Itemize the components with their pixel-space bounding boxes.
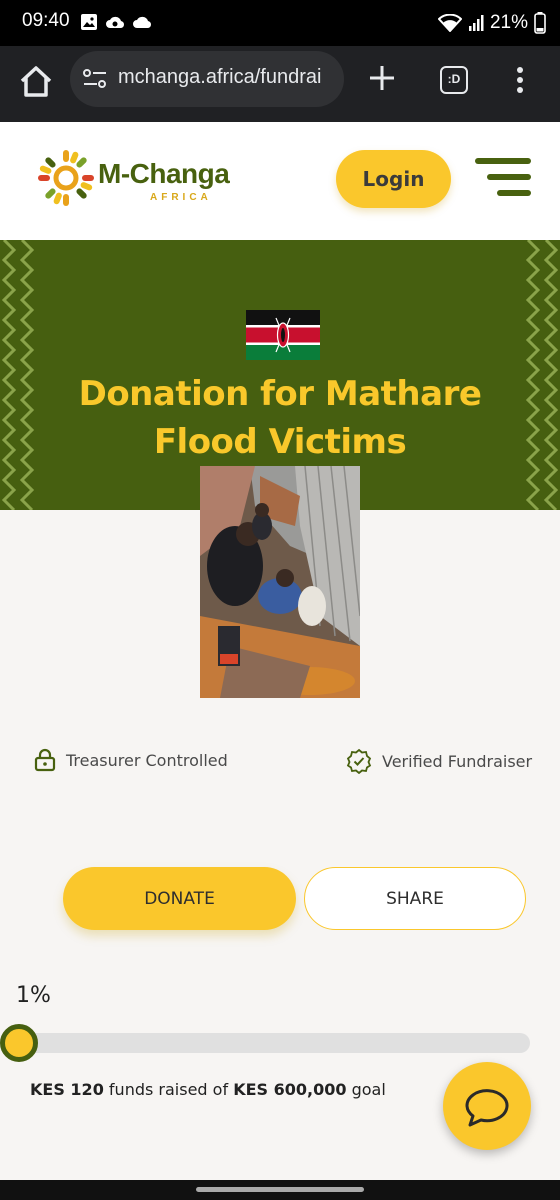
login-button[interactable]: Login (336, 150, 451, 208)
cloud-sync-icon (106, 16, 125, 29)
logo-sun-icon (38, 150, 94, 206)
treasurer-controlled-label: Treasurer Controlled (66, 750, 228, 770)
page: 09:40 21% mchanga.africa/fundrai :D M-Ch… (0, 0, 560, 1200)
system-icons: 21% (437, 12, 546, 34)
verified-fundraiser-feature: Verified Fundraiser (346, 748, 532, 774)
mchanga-logo[interactable]: M-Changa AFRICA (36, 148, 236, 208)
progress-percent: 1% (16, 983, 51, 1008)
notification-icons (80, 13, 152, 31)
share-button[interactable]: SHARE (304, 867, 526, 930)
raised-text: funds raised of (108, 1080, 229, 1099)
site-settings-icon[interactable] (82, 67, 108, 91)
battery-percent: 21% (489, 12, 528, 33)
donate-button[interactable]: DONATE (63, 867, 296, 930)
wifi-icon (437, 14, 462, 32)
site-header: M-Changa AFRICA Login (0, 122, 560, 240)
status-time: 09:40 (22, 10, 70, 31)
cloud-icon (133, 16, 152, 29)
treasurer-controlled-feature: Treasurer Controlled (34, 748, 228, 772)
logo-subtitle: AFRICA (150, 192, 212, 203)
goal-amount: KES 600,000 (233, 1080, 347, 1099)
funds-raised-summary: KES 120 funds raised of KES 600,000 goal (30, 1080, 386, 1099)
new-tab-icon[interactable] (366, 62, 398, 94)
kenya-flag-icon (246, 310, 320, 360)
signal-icon (468, 15, 484, 31)
hamburger-menu-icon[interactable] (474, 156, 532, 198)
address-bar[interactable]: mchanga.africa/fundrai (70, 51, 344, 107)
battery-icon (534, 12, 546, 34)
tab-switcher-button[interactable]: :D (440, 66, 468, 94)
more-menu-icon[interactable] (514, 66, 526, 94)
verified-badge-icon (346, 748, 372, 774)
lock-icon (34, 748, 56, 772)
gesture-handle[interactable] (196, 1187, 364, 1192)
image-icon (81, 14, 97, 30)
chat-bubble-icon (465, 1089, 509, 1127)
verified-fundraiser-label: Verified Fundraiser (382, 751, 533, 771)
home-icon[interactable] (16, 62, 56, 102)
system-nav-bar (0, 1180, 560, 1200)
chat-button[interactable] (443, 1062, 531, 1150)
progress-track (16, 1033, 530, 1053)
logo-name: M-Changa (98, 158, 230, 189)
fundraiser-photo[interactable] (200, 466, 360, 698)
progress-knob (0, 1024, 38, 1062)
zigzag-pattern-right (525, 240, 559, 510)
zigzag-pattern-left (1, 240, 35, 510)
goal-text: goal (351, 1080, 386, 1099)
status-bar: 09:40 21% (0, 0, 560, 46)
raised-amount: KES 120 (30, 1080, 104, 1099)
fundraiser-title: Donation for Mathare Flood Victims (78, 374, 482, 462)
browser-toolbar: mchanga.africa/fundrai :D (0, 46, 560, 122)
url-text[interactable]: mchanga.africa/fundrai (118, 66, 321, 89)
